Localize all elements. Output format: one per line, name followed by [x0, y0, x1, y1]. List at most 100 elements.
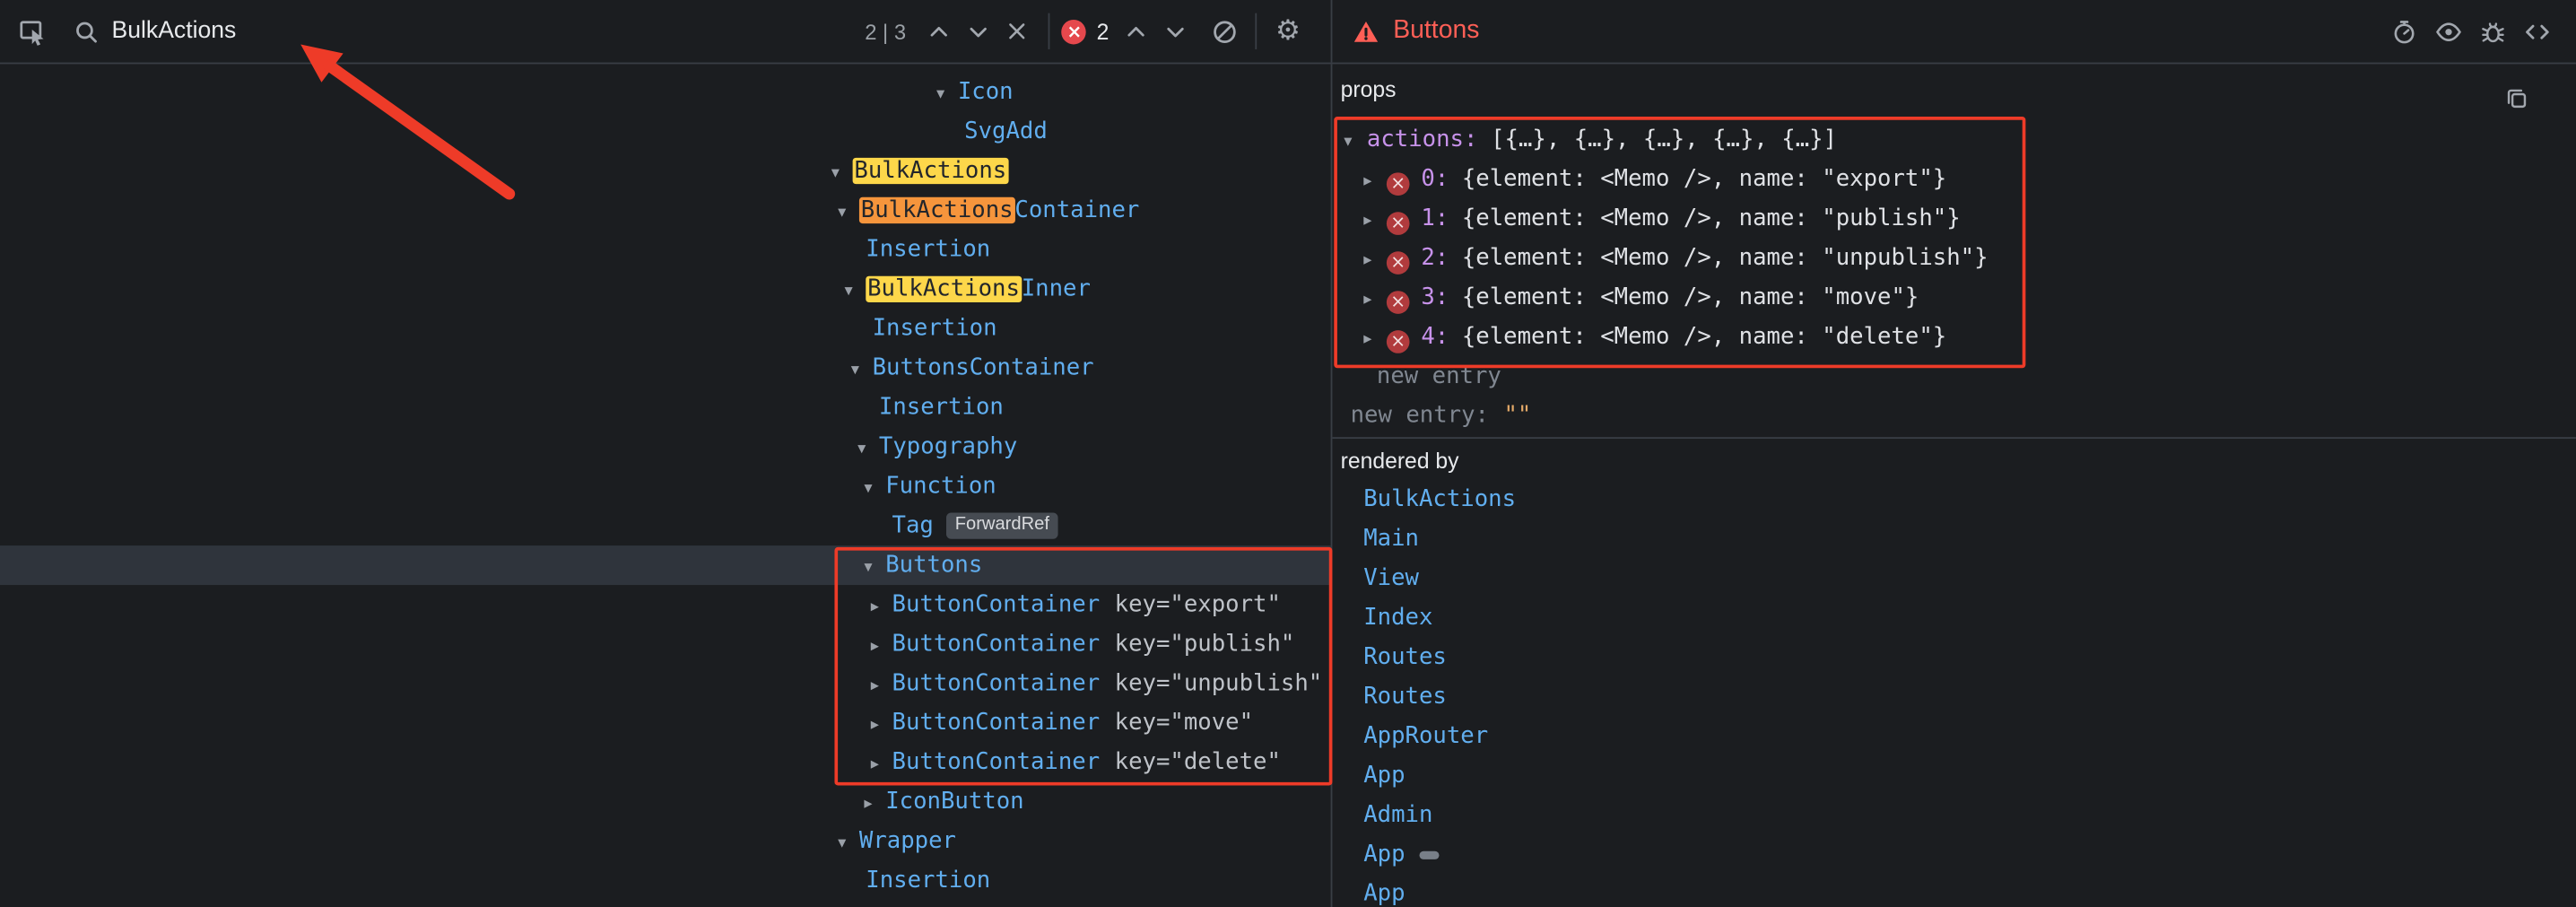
chevron-down-icon[interactable]: ▾	[864, 470, 885, 510]
inspect-element-button[interactable]	[13, 12, 53, 51]
owner-item[interactable]: Routes	[1332, 677, 2576, 717]
tree-row[interactable]: ▾Buttons	[0, 545, 1331, 585]
chevron-right-icon[interactable]: ▸	[871, 667, 892, 707]
tree-row[interactable]: ▾BulkActionsContainer	[0, 190, 1331, 230]
chevron-down-icon[interactable]: ▾	[851, 352, 873, 391]
delete-entry-button[interactable]: ×	[1387, 330, 1410, 353]
search-input[interactable]	[112, 18, 858, 44]
delete-entry-button[interactable]: ×	[1387, 212, 1410, 235]
circle-slash-button[interactable]	[1205, 12, 1244, 51]
owner-item[interactable]: App	[1332, 756, 2576, 796]
tree-row[interactable]: TagForwardRef	[0, 506, 1331, 545]
tree-row[interactable]: ▸IconButton	[0, 782, 1331, 822]
component-name: Container	[1014, 197, 1139, 223]
chevron-right-icon[interactable]: ▸	[871, 746, 892, 786]
owner-item[interactable]: App	[1332, 874, 2576, 907]
gear-icon: ⚙	[1275, 17, 1301, 45]
tree-row[interactable]: Insertion	[0, 861, 1331, 901]
chevron-down-icon[interactable]: ▾	[1344, 123, 1367, 162]
chevron-right-icon[interactable]: ▸	[864, 786, 885, 825]
tree-row[interactable]: ▾Function	[0, 467, 1331, 506]
tree-row[interactable]: Insertion	[0, 309, 1331, 348]
prop-name[interactable]: 2:	[1421, 245, 1449, 271]
prop-value: [{…}, {…}, {…}, {…}, {…}]	[1491, 126, 1837, 153]
chevron-right-icon[interactable]: ▸	[1363, 241, 1387, 281]
chevron-down-icon[interactable]: ▾	[864, 549, 885, 589]
chevron-down-icon[interactable]: ▾	[831, 154, 853, 194]
rendered-by-label: rendered by	[1341, 449, 1459, 473]
new-entry-row[interactable]: new entry	[1332, 356, 2576, 396]
chevron-down-icon[interactable]: ▾	[838, 194, 859, 233]
owner-item[interactable]: Admin	[1332, 795, 2576, 834]
next-error-button[interactable]	[1155, 12, 1195, 51]
props-row[interactable]: ▸×0:{element: <Memo />, name: "export"}	[1332, 160, 2576, 199]
prop-name[interactable]: 3:	[1421, 284, 1449, 310]
tree-row[interactable]: Insertion	[0, 230, 1331, 269]
tree-row[interactable]: ▾BulkActions	[0, 152, 1331, 191]
chevron-right-icon[interactable]: ▸	[1363, 281, 1387, 320]
owner-item[interactable]: App	[1332, 834, 2576, 874]
tree-row[interactable]: ▾Icon	[0, 73, 1331, 112]
section-divider	[1332, 437, 2576, 439]
delete-entry-button[interactable]: ×	[1387, 251, 1410, 275]
copy-props-button[interactable]	[2497, 79, 2537, 118]
owner-item[interactable]: BulkActions	[1332, 480, 2576, 519]
chevron-right-icon[interactable]: ▸	[871, 628, 892, 667]
chevron-right-icon[interactable]: ▸	[1363, 320, 1387, 360]
log-component-data-button[interactable]	[2473, 12, 2512, 51]
next-match-button[interactable]	[959, 12, 998, 51]
prev-match-button[interactable]	[919, 12, 959, 51]
props-row[interactable]: ▸×3:{element: <Memo />, name: "move"}	[1332, 278, 2576, 318]
view-source-button[interactable]	[2517, 12, 2556, 51]
tree-row[interactable]: ▾BulkActionsInner	[0, 269, 1331, 309]
clear-search-button[interactable]	[998, 12, 1038, 51]
chevron-right-icon[interactable]: ▸	[1363, 202, 1387, 241]
owner-item[interactable]: View	[1332, 559, 2576, 598]
prop-name[interactable]: 1:	[1421, 205, 1449, 231]
owner-item[interactable]: Main	[1332, 519, 2576, 559]
props-row[interactable]: ▸×2:{element: <Memo />, name: "unpublish…	[1332, 239, 2576, 278]
settings-button[interactable]: ⚙	[1268, 12, 1308, 51]
chevron-down-icon[interactable]: ▾	[844, 273, 866, 312]
owner-item[interactable]: Routes	[1332, 638, 2576, 677]
prop-name[interactable]: actions:	[1367, 126, 1478, 153]
props-row[interactable]: ▸×1:{element: <Memo />, name: "publish"}	[1332, 199, 2576, 239]
new-entry-label[interactable]: new entry	[1377, 363, 1501, 389]
component-key: key="export"	[1115, 591, 1281, 617]
delete-entry-button[interactable]: ×	[1387, 172, 1410, 196]
tree-row[interactable]: Insertion	[0, 388, 1331, 427]
chevron-down-icon[interactable]: ▾	[857, 431, 879, 470]
new-entry-value-input[interactable]: ""	[1503, 403, 1531, 429]
tree-row[interactable]: ▸ButtonContainerkey="unpublish"	[0, 664, 1331, 703]
inspected-element-pane: props ▾actions:[{…}, {…}, {…}, {…}, {…}]…	[1332, 64, 2576, 907]
component-name: Insertion	[866, 868, 990, 894]
chevron-right-icon[interactable]: ▸	[1363, 162, 1387, 202]
tree-row[interactable]: ▸ButtonContainerkey="move"	[0, 703, 1331, 743]
tree-row[interactable]: SvgAdd	[0, 112, 1331, 152]
component-name: ButtonsContainer	[873, 355, 1094, 381]
tree-row[interactable]: ▾Wrapper	[0, 822, 1331, 861]
tree-row[interactable]: ▸ButtonContainerkey="delete"	[0, 743, 1331, 782]
chevron-right-icon[interactable]: ▸	[871, 707, 892, 746]
delete-entry-button[interactable]: ×	[1387, 291, 1410, 314]
props-row[interactable]: ▸×4:{element: <Memo />, name: "delete"}	[1332, 317, 2576, 356]
tree-row[interactable]: ▸ButtonContainerkey="publish"	[0, 624, 1331, 664]
owner-item[interactable]: AppRouter	[1332, 717, 2576, 756]
inspect-dom-button[interactable]	[2428, 12, 2467, 51]
owner-item[interactable]: Index	[1332, 598, 2576, 638]
tree-row[interactable]: ▾ButtonsContainer	[0, 348, 1331, 388]
chevron-right-icon[interactable]: ▸	[871, 589, 892, 628]
tree-row[interactable]: ▸ButtonContainerkey="export"	[0, 585, 1331, 624]
suspense-stopwatch-button[interactable]	[2384, 12, 2424, 51]
new-entry-row[interactable]: new entry: ""	[1332, 396, 2576, 435]
tree-row[interactable]: ▾Typography	[0, 427, 1331, 467]
chevron-down-icon[interactable]: ▾	[838, 824, 859, 864]
prev-error-button[interactable]	[1116, 12, 1155, 51]
component-name: ButtonContainer	[892, 591, 1101, 617]
error-count: 2	[1097, 19, 1110, 43]
chevron-down-icon[interactable]: ▾	[936, 75, 958, 115]
props-row-actions[interactable]: ▾actions: [{…}, {…}, {…}, {…}, {…}]	[1332, 120, 2576, 160]
prop-name[interactable]: 0:	[1421, 166, 1449, 192]
new-entry-label[interactable]: new entry:	[1351, 403, 1489, 429]
prop-name[interactable]: 4:	[1421, 324, 1449, 350]
